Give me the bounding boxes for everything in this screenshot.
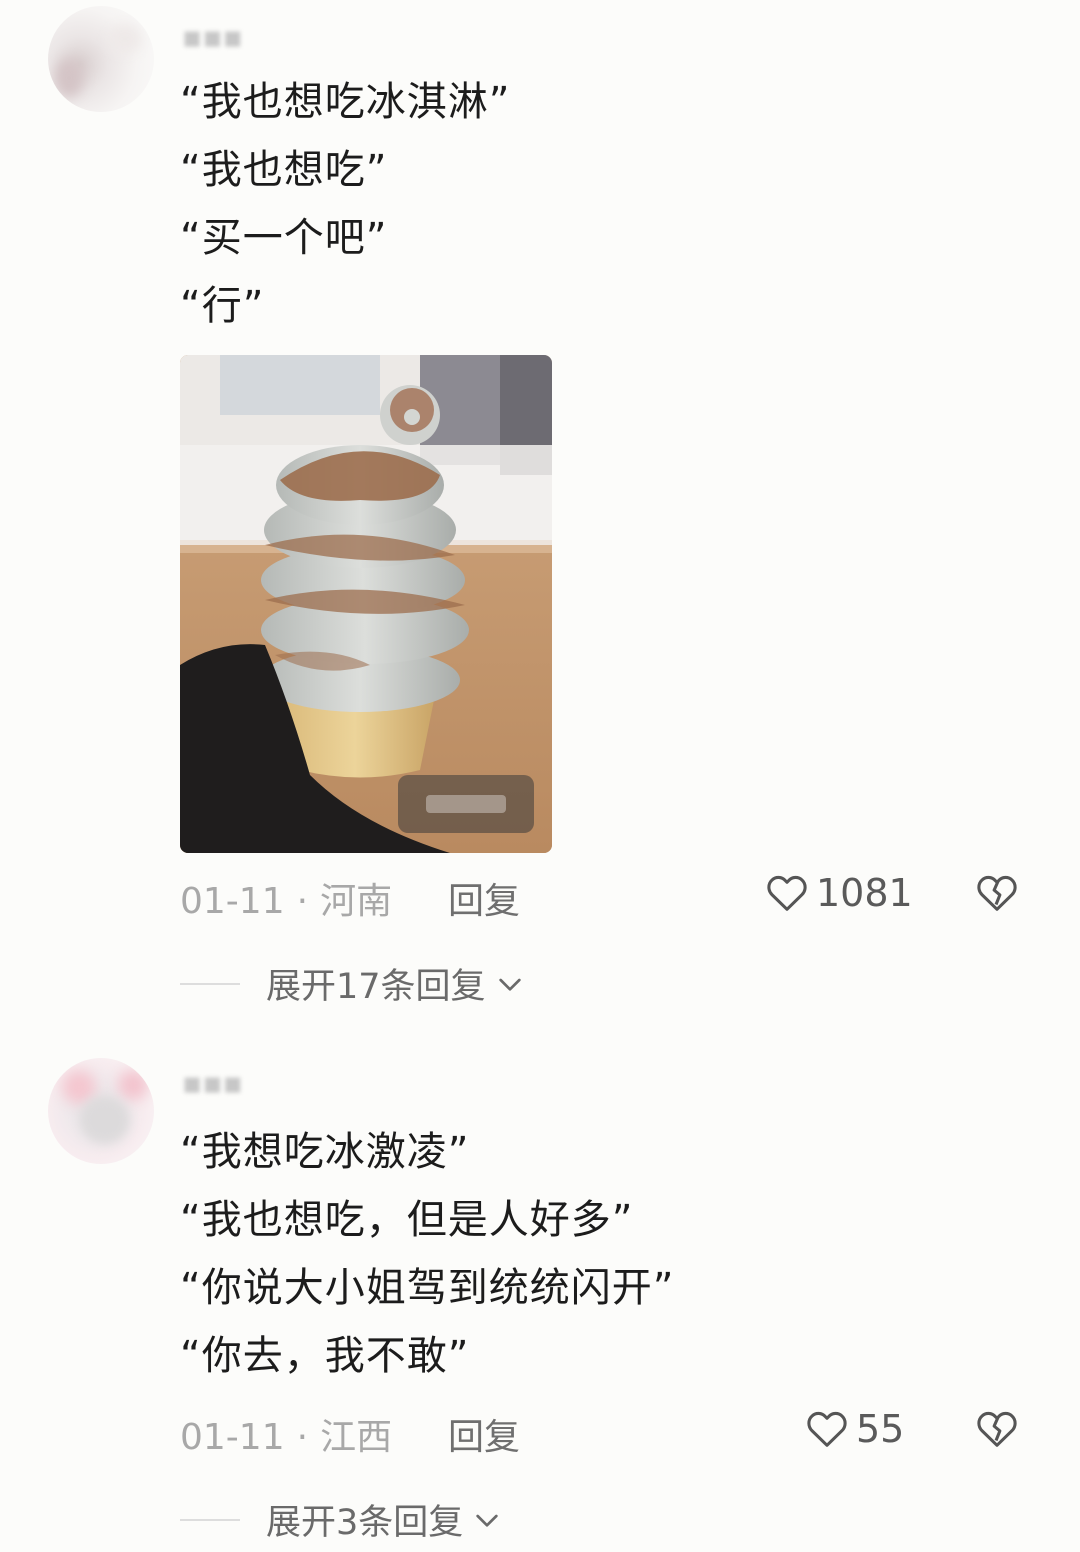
comment-line: “行” [180, 283, 265, 329]
avatar[interactable] [48, 1058, 154, 1164]
broken-heart-icon [977, 1411, 1017, 1447]
comment-meta: 01-11 · 河南 [180, 872, 392, 924]
comment-photo-ice-cream[interactable] [180, 355, 552, 853]
comment-line: “你说大小姐驾到统统闪开” [180, 1265, 675, 1311]
chevron-down-icon [498, 978, 521, 991]
comment-line: “买一个吧” [180, 215, 388, 261]
chevron-down-icon [476, 1514, 498, 1527]
comment-line: “我也想吃” [180, 147, 388, 193]
comment-date: 01-11 [180, 881, 285, 922]
avatar[interactable] [48, 6, 154, 112]
reply-button[interactable]: 回复 [448, 1408, 520, 1460]
broken-heart-icon [977, 875, 1017, 911]
expand-replies-label: 展开3条回复 [266, 1503, 464, 1543]
expand-replies[interactable]: 展开17条回复 [180, 958, 526, 1009]
comment-text: “我想吃冰激凌” “我也想吃，但是人好多” “你说大小姐驾到统统闪开” “你去，… [180, 1118, 674, 1390]
comment-text: “我也想吃冰淇淋” “我也想吃” “买一个吧” “行” [180, 68, 510, 340]
heart-outline-icon [807, 1411, 847, 1447]
comment-line: “我也想吃，但是人好多” [180, 1197, 634, 1243]
comment-line: “你去，我不敢” [180, 1333, 470, 1379]
like-count: 55 [856, 1407, 905, 1451]
meta-separator: · [296, 1417, 309, 1458]
comment-line: “我也想吃冰淇淋” [180, 79, 511, 125]
comment-line: “我想吃冰激凌” [180, 1129, 470, 1175]
expand-replies[interactable]: 展开3条回复 [180, 1494, 503, 1545]
like-button[interactable]: 1081 [764, 870, 913, 916]
comment-date: 01-11 [180, 1417, 285, 1458]
reply-button[interactable]: 回复 [448, 872, 520, 924]
comment-location: 河南 [320, 881, 393, 922]
divider [180, 1518, 240, 1521]
username-blurred[interactable]: ▪▪▪ [182, 20, 243, 55]
divider [180, 982, 240, 985]
username-blurred[interactable]: ▪▪▪ [182, 1066, 243, 1101]
like-count: 1081 [816, 871, 913, 915]
meta-separator: · [296, 881, 309, 922]
heart-outline-icon [767, 875, 807, 911]
comment-meta: 01-11 · 江西 [180, 1408, 392, 1460]
comment-location: 江西 [320, 1417, 393, 1458]
dislike-button[interactable] [974, 870, 1020, 920]
dislike-button[interactable] [974, 1406, 1020, 1456]
like-button[interactable]: 55 [804, 1406, 904, 1452]
expand-replies-label: 展开17条回复 [266, 967, 486, 1007]
ice-cream-photo [180, 355, 552, 853]
